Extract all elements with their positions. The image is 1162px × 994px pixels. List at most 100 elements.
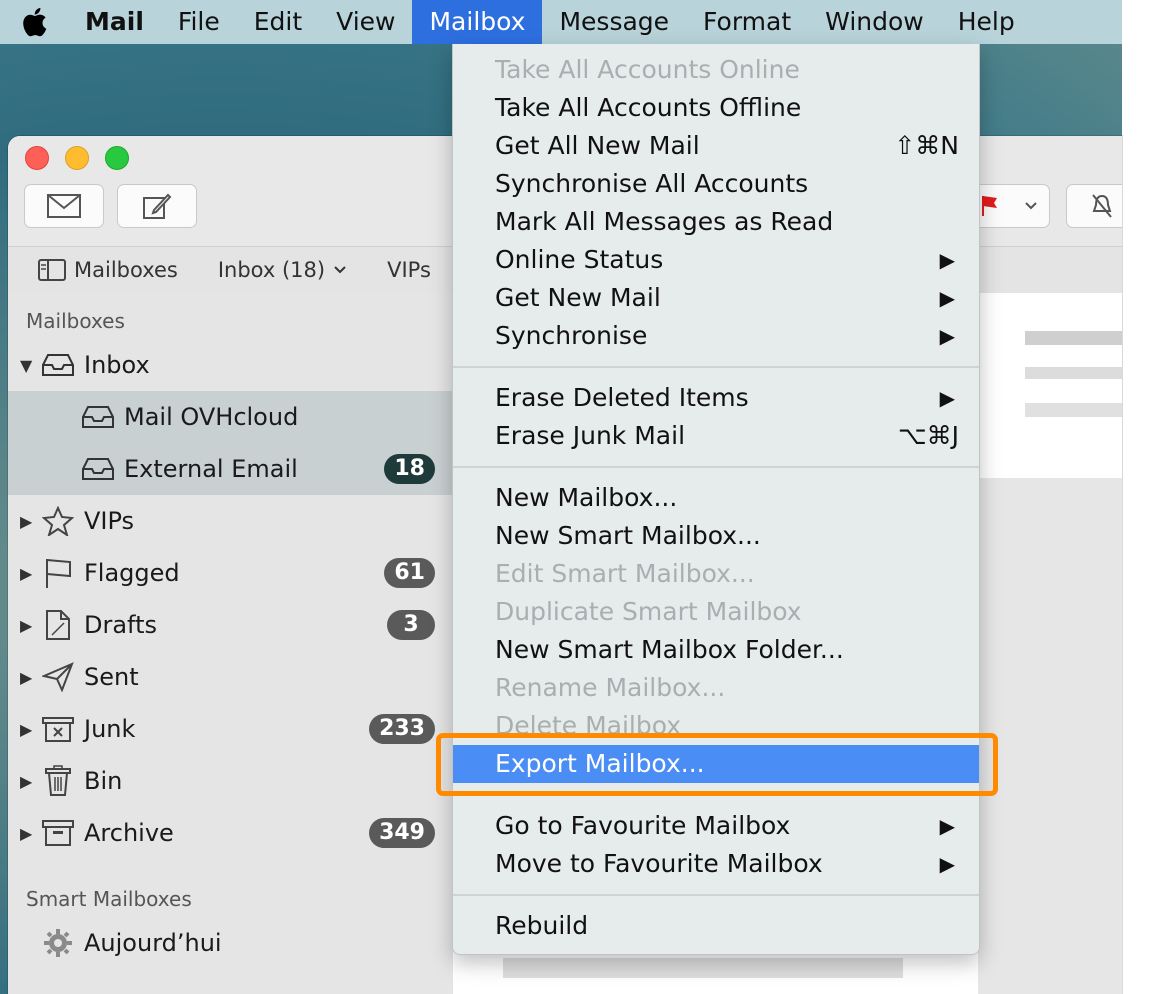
menu-item-go-to-favourite-mailbox[interactable]: Go to Favourite Mailbox ▶ [453,807,979,845]
sidebar-item-inbox[interactable]: ▼ Inbox [8,339,453,391]
menu-separator [453,366,979,368]
menu-item-label: Mark All Messages as Read [495,207,834,236]
count-badge: 3 [387,610,435,640]
menu-item-label: Synchronise [495,321,648,350]
sidebar-item-label: Bin [84,767,123,795]
sidebar-item-archive[interactable]: ▶ Archive 349 [8,807,453,859]
menu-item-label: Rebuild [495,911,589,940]
blurred-content [1025,331,1122,345]
menu-item-rename-mailbox[interactable]: Rename Mailbox... [453,669,979,707]
close-window-button[interactable] [25,146,49,170]
disclosure-closed-icon[interactable]: ▶ [20,772,34,791]
compose-button[interactable] [117,184,197,228]
mailbox-menu: Take All Accounts Online Take All Accoun… [452,44,980,955]
count-badge: 349 [369,818,435,848]
sidebar-item-label: Junk [84,715,136,743]
disclosure-closed-icon[interactable]: ▶ [20,668,34,687]
menu-item-move-to-favourite-mailbox[interactable]: Move to Favourite Mailbox ▶ [453,845,979,883]
inbox-icon [80,401,116,433]
sidebar-item-aujourdhui[interactable]: Aujourd’hui [8,917,453,969]
mute-button[interactable] [1066,184,1122,228]
sidebar-item-junk[interactable]: ▶ Junk 233 [8,703,453,755]
submenu-arrow-icon: ▶ [939,248,955,272]
menu-item-edit-smart-mailbox[interactable]: Edit Smart Mailbox... [453,555,979,593]
disclosure-closed-icon[interactable]: ▶ [20,512,34,531]
draft-icon [40,609,76,641]
menu-item-label: Erase Junk Mail [495,421,686,450]
menu-message[interactable]: Message [542,0,686,44]
menu-mailbox[interactable]: Mailbox [412,0,543,44]
menu-item-label: Rename Mailbox... [495,673,726,702]
menu-item-new-smart-mailbox-folder[interactable]: New Smart Mailbox Folder... [453,631,979,669]
menu-item-new-smart-mailbox[interactable]: New Smart Mailbox... [453,517,979,555]
apple-menu-icon[interactable] [0,0,68,44]
menu-item-new-mailbox[interactable]: New Mailbox... [453,479,979,517]
chevron-down-icon [1025,202,1037,210]
sidebar-item-label: Sent [84,663,139,691]
disclosure-open-icon[interactable]: ▼ [20,356,34,375]
blurred-content [1025,367,1122,379]
menu-separator [453,894,979,896]
menu-item-synchronise-all-accounts[interactable]: Synchronise All Accounts [453,165,979,203]
disclosure-closed-icon[interactable]: ▶ [20,720,34,739]
menu-item-duplicate-smart-mailbox[interactable]: Duplicate Smart Mailbox [453,593,979,631]
bell-slash-icon [1092,194,1112,218]
menu-item-label: Take All Accounts Online [495,55,800,84]
menu-item-get-all-new-mail[interactable]: Get All New Mail ⇧⌘N [453,127,979,165]
submenu-arrow-icon: ▶ [939,286,955,310]
sidebar-item-vips[interactable]: ▶ VIPs [8,495,453,547]
menu-help[interactable]: Help [941,0,1032,44]
disclosure-closed-icon[interactable]: ▶ [20,824,34,843]
menu-item-label: New Smart Mailbox... [495,521,761,550]
menu-view[interactable]: View [319,0,412,44]
menu-item-label: Duplicate Smart Mailbox [495,597,802,626]
sidebar-item-label: Mail OVHcloud [124,403,299,431]
archive-icon [40,817,76,849]
menu-format[interactable]: Format [686,0,808,44]
favorite-inbox[interactable]: Inbox (18) [218,258,347,282]
favorite-vips[interactable]: VIPs [387,258,431,282]
highlight-outline [436,733,998,796]
sidebar-item-label: Archive [84,819,174,847]
sidebar-item-sent[interactable]: ▶ Sent [8,651,453,703]
junk-icon [40,713,76,745]
disclosure-closed-icon[interactable]: ▶ [20,564,34,583]
sidebar-icon [38,259,66,281]
menu-item-online-status[interactable]: Online Status ▶ [453,241,979,279]
inbox-icon [40,349,76,381]
menu-item-erase-junk-mail[interactable]: Erase Junk Mail ⌥⌘J [453,417,979,455]
sidebar-item-external-email[interactable]: External Email 18 [8,443,453,495]
menu-item-get-new-mail[interactable]: Get New Mail ▶ [453,279,979,317]
count-badge: 61 [384,558,435,588]
envelope-icon [47,194,81,218]
menu-item-take-all-accounts-offline[interactable]: Take All Accounts Offline [453,89,979,127]
menu-separator [453,466,979,468]
menu-item-label: Go to Favourite Mailbox [495,811,791,840]
sidebar-item-bin[interactable]: ▶ Bin [8,755,453,807]
flag-button[interactable] [968,184,1050,228]
menu-file[interactable]: File [161,0,237,44]
menu-item-label: New Smart Mailbox Folder... [495,635,844,664]
flag-icon [982,196,997,216]
menu-window[interactable]: Window [808,0,941,44]
get-mail-button[interactable] [24,184,104,228]
menu-item-take-all-accounts-online[interactable]: Take All Accounts Online [453,51,979,89]
sidebar-item-flagged[interactable]: ▶ Flagged 61 [8,547,453,599]
trash-icon [40,765,76,797]
menu-item-mark-all-messages-as-read[interactable]: Mark All Messages as Read [453,203,979,241]
blurred-content [1025,403,1122,417]
zoom-window-button[interactable] [105,146,129,170]
mailboxes-toggle-button[interactable]: Mailboxes [38,258,178,282]
menu-item-erase-deleted-items[interactable]: Erase Deleted Items ▶ [453,379,979,417]
submenu-arrow-icon: ▶ [939,814,955,838]
sidebar-item-mail-ovhcloud[interactable]: Mail OVHcloud [8,391,453,443]
menu-item-rebuild[interactable]: Rebuild [453,907,979,945]
menu-app-mail[interactable]: Mail [68,0,161,44]
sidebar-item-drafts[interactable]: ▶ Drafts 3 [8,599,453,651]
submenu-arrow-icon: ▶ [939,852,955,876]
menu-edit[interactable]: Edit [237,0,319,44]
minimize-window-button[interactable] [65,146,89,170]
menu-item-synchronise[interactable]: Synchronise ▶ [453,317,979,355]
disclosure-closed-icon[interactable]: ▶ [20,616,34,635]
sidebar-header-smart-mailboxes: Smart Mailboxes [26,887,192,911]
